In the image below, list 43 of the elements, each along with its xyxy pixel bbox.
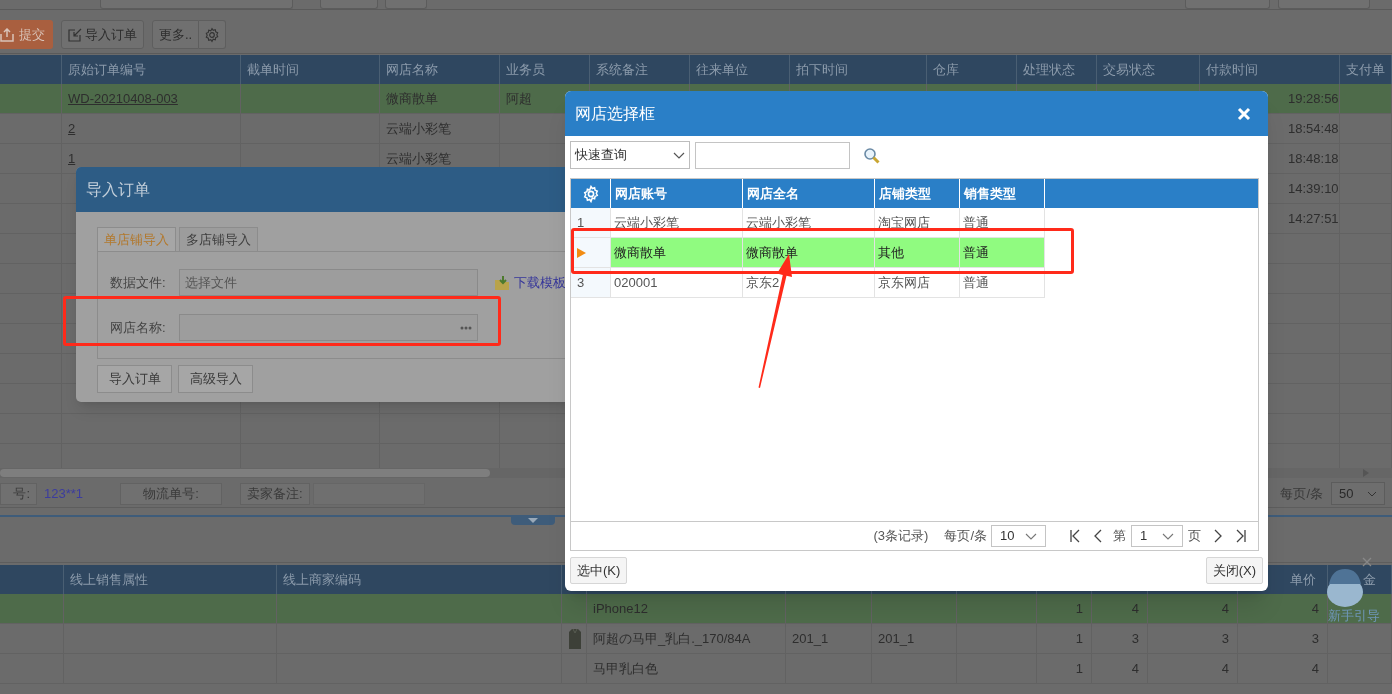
table-cell-text: 4: [1311, 599, 1319, 618]
table-cell-text: 201_1: [792, 629, 829, 648]
table-cell-text: 201_1: [878, 629, 915, 648]
table-cell-text: 阿超: [506, 89, 532, 108]
table-cell-text: 18:54:48: [1287, 119, 1339, 138]
table-cell: 微商散单: [611, 238, 743, 268]
table-cell-text: 马甲乳白色: [593, 659, 658, 678]
dialog-title: 网店选择框: [575, 103, 655, 124]
table-cell: 020001: [611, 268, 743, 298]
page-suffix: 页: [1188, 527, 1201, 546]
table-cell-text: 14:39:10: [1287, 179, 1339, 198]
table-cell-text: 云端小彩笔: [386, 149, 451, 168]
row-number: 1: [577, 213, 585, 232]
table-cell-text: 18:48:18: [1287, 149, 1339, 168]
field-label: 数据文件:: [110, 273, 167, 292]
table-cell-text: 4: [1131, 599, 1139, 618]
table-cell-text: 14:27:51: [1287, 209, 1339, 228]
row-number: 3: [577, 273, 585, 292]
table-cell-text: 1: [1075, 659, 1083, 678]
table-cell-text: iPhone12: [593, 599, 648, 618]
table-cell-text: 4: [1131, 659, 1139, 678]
table-cell-text: 阿超の马甲_乳白._170/84A: [593, 629, 751, 648]
table-cell: 微商散单: [743, 238, 875, 268]
table-cell-text: 3: [1311, 629, 1319, 648]
table-cell-text: 微商散单: [386, 89, 438, 108]
dialog-title: 导入订单: [86, 179, 150, 200]
table-cell-text: 4: [1311, 659, 1319, 678]
table-cell-text: 3: [1221, 629, 1229, 648]
table-cell: 京东网店: [875, 268, 960, 298]
page-prefix: 第: [1113, 527, 1126, 546]
table-cell-text: 19:28:56: [1287, 89, 1339, 108]
table-cell-text: 4: [1221, 659, 1229, 678]
table-cell-text: 1: [1075, 599, 1083, 618]
record-count: (3条记录): [873, 527, 929, 546]
table-cell: 其他: [875, 238, 960, 268]
table-cell-text: 1: [1075, 629, 1083, 648]
table-cell-text: 4: [1221, 599, 1229, 618]
table-cell-text: 3: [1131, 629, 1139, 648]
field-label: 网店名称:: [110, 318, 167, 337]
table-cell-text: 云端小彩笔: [386, 119, 451, 138]
table-cell: 普通: [960, 268, 1045, 298]
page-size-label: 每页/条: [944, 527, 987, 546]
table-cell: 普通: [960, 238, 1045, 268]
